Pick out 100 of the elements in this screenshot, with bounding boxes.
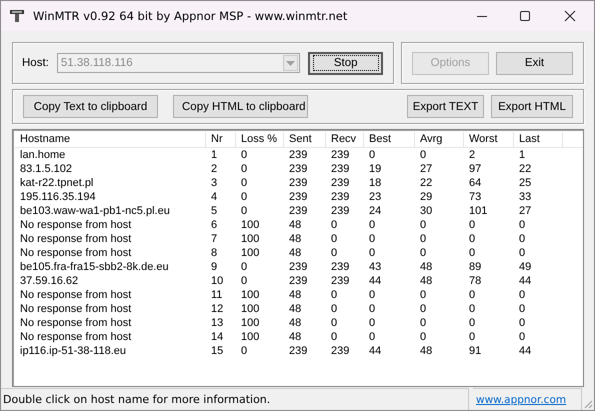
- table-cell-text: 0: [240, 190, 248, 204]
- copy-button[interactable]: Copy Text to clipboard: [23, 95, 158, 118]
- table-cell-text: 0: [368, 232, 376, 246]
- table-cell-text: 12: [210, 302, 224, 316]
- table-cell-text: No response from host: [19, 218, 132, 232]
- table-cell-text: 0: [419, 316, 428, 330]
- maximize-icon[interactable]: [519, 10, 531, 22]
- column-header[interactable]: Loss %: [236, 132, 284, 148]
- table-cell-text: 239: [330, 274, 350, 288]
- table-cell-text: 19: [368, 162, 382, 176]
- table-cell-text: 239: [288, 260, 308, 274]
- table-cell-text: 0: [368, 302, 376, 316]
- export-button[interactable]: Export TEXT: [407, 95, 484, 118]
- table-cell-text: 83.1.5.102: [19, 162, 73, 176]
- table-cell-text: 49: [518, 260, 532, 274]
- table-cell-text: 64: [468, 176, 482, 190]
- table-cell-text: 0: [468, 330, 476, 344]
- table-cell-text: 10: [210, 274, 224, 288]
- table-cell-text: 33: [518, 190, 532, 204]
- resize-grip-icon[interactable]: [583, 399, 593, 409]
- table-cell-text: 0: [518, 302, 526, 316]
- table-cell-text: 239: [330, 344, 350, 358]
- table-cell-text: 97: [468, 162, 482, 176]
- stop-button[interactable]: Stop: [308, 52, 383, 74]
- status-message: Double click on host name for more information.: [3, 393, 270, 406]
- table-cell-text: 0: [330, 218, 338, 232]
- table-cell-text: 43: [368, 260, 382, 274]
- table-cell-text: 18: [368, 176, 382, 190]
- table-cell-text: 8: [210, 246, 218, 260]
- table-cell-text: No response from host: [19, 330, 132, 344]
- table-cell-text: 0: [468, 302, 476, 316]
- table-cell-text: 44: [518, 344, 532, 358]
- table-cell-text: 44: [368, 344, 382, 358]
- table-cell-text: 0: [419, 218, 428, 232]
- table-cell-text: 239: [330, 162, 350, 176]
- table-cell-text: 29: [419, 190, 434, 204]
- table-cell-text: 239: [288, 274, 308, 288]
- table-cell-text: 239: [288, 344, 308, 358]
- table-cell-text: 7: [210, 232, 218, 246]
- table-cell-text: 239: [330, 260, 350, 274]
- dropdown-arrow-icon: [286, 60, 295, 66]
- table-cell-text: No response from host: [19, 246, 132, 260]
- column-header[interactable]: Last: [514, 132, 563, 148]
- table-cell-text: 30: [419, 204, 434, 218]
- table-cell-text: 2: [210, 162, 218, 176]
- table-cell-text: 0: [468, 316, 476, 330]
- window-title: WinMTR v0.92 64 bit by Appnor MSP - www.winmtr.net: [33, 9, 348, 23]
- table-cell-text: 48: [288, 316, 302, 330]
- table-cell-text: 0: [419, 232, 428, 246]
- exit-button[interactable]: Exit: [496, 52, 573, 74]
- column-header[interactable]: Best: [364, 132, 415, 148]
- column-header[interactable]: Worst: [464, 132, 514, 148]
- table-cell-text: 25: [518, 176, 532, 190]
- table-cell-text: 0: [330, 288, 338, 302]
- table-cell-text: 101: [468, 204, 488, 218]
- table-cell-text: 0: [330, 316, 338, 330]
- table-cell-text: 239: [288, 204, 308, 218]
- table-cell-text: 0: [518, 288, 526, 302]
- export-button[interactable]: Export HTML: [491, 95, 573, 118]
- table-cell-text: 0: [240, 274, 248, 288]
- table-cell-text: 0: [240, 148, 248, 162]
- table-cell-text: 239: [288, 148, 308, 162]
- column-header[interactable]: Avrg: [415, 132, 464, 148]
- table-cell-text: 24: [368, 204, 382, 218]
- table-cell-text: 89: [468, 260, 482, 274]
- table-cell-text: 37.59.16.62: [19, 274, 80, 288]
- table-cell-text: 4: [210, 190, 218, 204]
- table-cell-text: 0: [330, 246, 338, 260]
- website-link[interactable]: www.appnor.com: [476, 394, 566, 406]
- table-cell-text: 22: [419, 176, 434, 190]
- table-cell-text: 6: [210, 218, 218, 232]
- table-cell-text: 48: [419, 260, 434, 274]
- table-cell-text: 48: [288, 288, 302, 302]
- table-cell-text: be103.waw-wa1-pb1-nc5.pl.eu: [19, 204, 171, 218]
- table-cell-text: 0: [368, 218, 376, 232]
- table-cell-text: 239: [288, 190, 308, 204]
- column-header[interactable]: Sent: [284, 132, 326, 148]
- table-cell-text: 0: [240, 204, 248, 218]
- table-cell-text: 91: [468, 344, 482, 358]
- app-icon: [9, 8, 25, 24]
- table-cell-text: 0: [330, 330, 338, 344]
- close-icon[interactable]: [564, 10, 576, 22]
- table-cell-text: 0: [240, 260, 248, 274]
- table-cell-text: 27: [419, 162, 434, 176]
- table-cell-text: 5: [210, 204, 218, 218]
- column-header[interactable]: Hostname: [15, 132, 206, 148]
- table-cell-text: 0: [330, 232, 338, 246]
- table-cell-text: 0: [518, 218, 526, 232]
- column-header[interactable]: Nr: [206, 132, 236, 148]
- table-cell-text: No response from host: [19, 302, 132, 316]
- column-header[interactable]: Recv: [326, 132, 364, 148]
- table-cell-text: 0: [468, 232, 476, 246]
- table-cell-text: 78: [468, 274, 482, 288]
- table-cell-text: kat-r22.tpnet.pl: [19, 176, 94, 190]
- table-cell-text: 195.116.35.194: [19, 190, 97, 204]
- table-cell-text: 1: [518, 148, 526, 162]
- copy-button[interactable]: Copy HTML to clipboard: [173, 95, 308, 118]
- table-cell-text: 73: [468, 190, 482, 204]
- table-cell-text: 0: [368, 330, 376, 344]
- table-cell-text: 0: [518, 330, 526, 344]
